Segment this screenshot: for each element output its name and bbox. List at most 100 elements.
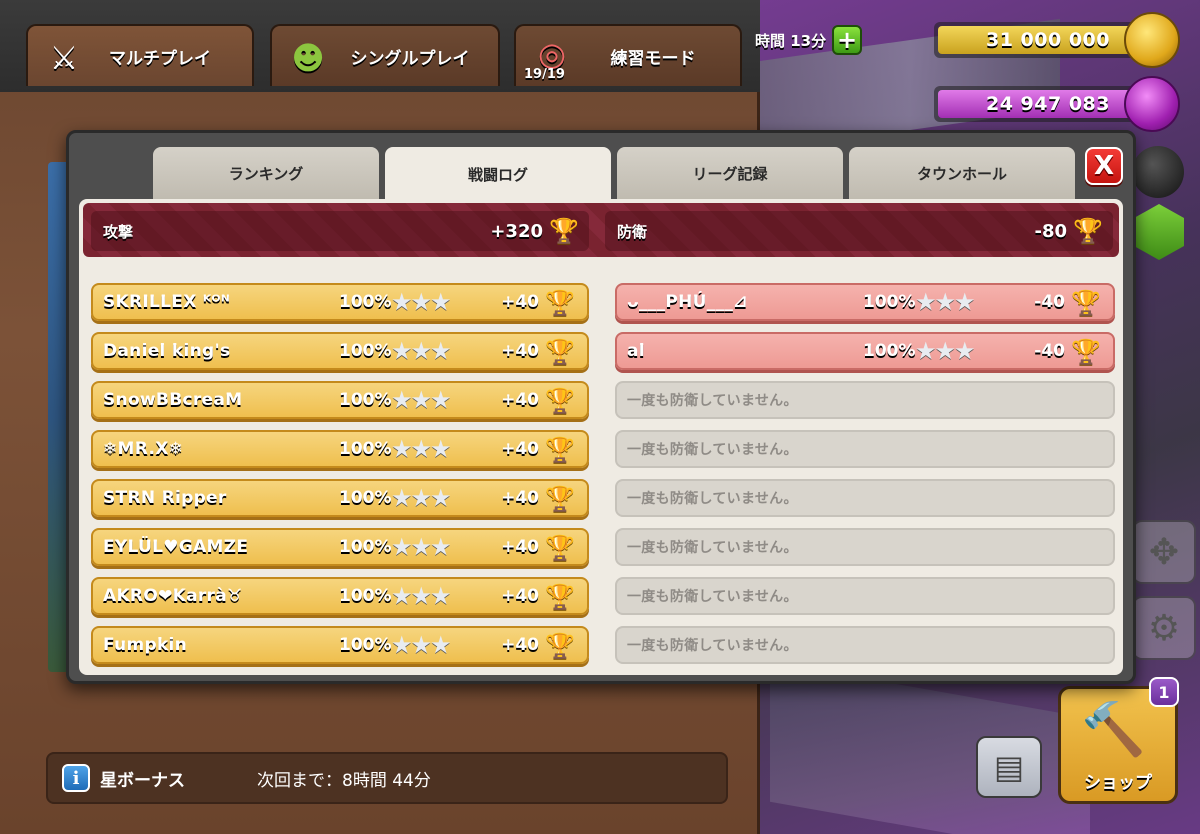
stars-icon: ★★★ xyxy=(391,631,452,659)
tab-singleplayer[interactable]: ☻ シングルプレイ xyxy=(270,24,500,86)
attack-row[interactable]: EYLÜL♥GAMZE 100% ★★★ +40 🏆 xyxy=(91,528,589,566)
trophy-icon: 🏆 xyxy=(1071,338,1101,366)
empty-defense-row: 一度も防衛していません。 xyxy=(615,626,1115,664)
opponent-name: AKRO❤Karrà♉ xyxy=(103,586,243,606)
trophy-change: -40 xyxy=(1034,292,1065,312)
opponent-name: SKRILLEX ᴷᴼᴺ xyxy=(103,292,231,312)
trophy-change: +40 xyxy=(501,488,539,508)
stars-icon: ★★★ xyxy=(391,288,452,316)
tab-battle-log[interactable]: 戦闘ログ xyxy=(385,147,611,201)
attack-row[interactable]: Fumpkin 100% ★★★ +40 🏆 xyxy=(91,626,589,664)
notes-icon[interactable]: ▤ xyxy=(976,736,1042,798)
stars-icon: ★★★ xyxy=(391,386,452,414)
elixir-amount: 24 947 083 xyxy=(986,93,1110,115)
trophy-change: +40 xyxy=(501,635,539,655)
tab-multiplayer[interactable]: ⚔ マルチプレイ xyxy=(26,24,254,86)
add-shield-button[interactable]: + xyxy=(832,25,863,55)
opponent-name: Daniel king's xyxy=(103,341,231,361)
stars-icon: ★★★ xyxy=(915,337,976,365)
trophy-icon: 🏆 xyxy=(545,289,575,317)
opponent-name: SnowBBcreaM xyxy=(103,390,243,410)
gold-counter: 31 000 000 xyxy=(934,12,1180,68)
elixir-drop-icon xyxy=(1124,76,1180,132)
destruction-percent: 100% xyxy=(339,635,392,655)
move-buildings-icon[interactable]: ✥ xyxy=(1132,520,1196,584)
stars-icon: ★★★ xyxy=(915,288,976,316)
destruction-percent: 100% xyxy=(339,537,392,557)
stars-icon: ★★★ xyxy=(391,582,452,610)
trophy-icon: 🏆 xyxy=(545,387,575,415)
empty-defense-row: 一度も防衛していません。 xyxy=(615,430,1115,468)
empty-defense-text: 一度も防衛していません。 xyxy=(627,393,798,409)
trophy-change: -40 xyxy=(1034,341,1065,361)
battle-log-dialog: ランキング 戦闘ログ リーグ記録 タウンホール X 攻撃 +320 🏆 防衛 -… xyxy=(66,130,1136,684)
gold-amount: 31 000 000 xyxy=(986,29,1110,51)
practice-count: 19/19 xyxy=(524,67,565,82)
attack-row[interactable]: STRN Ripper 100% ★★★ +40 🏆 xyxy=(91,479,589,517)
opponent-name: EYLÜL♥GAMZE xyxy=(103,537,249,557)
empty-defense-text: 一度も防衛していません。 xyxy=(627,638,798,654)
stars-icon: ★★★ xyxy=(391,435,452,463)
close-button[interactable]: X xyxy=(1085,147,1123,185)
attacker-name: ᴗ___PHÚ___⊿ xyxy=(627,292,748,312)
trophy-change: +40 xyxy=(501,390,539,410)
defense-row[interactable]: ᴗ___PHÚ___⊿ 100% ★★★ -40 🏆 xyxy=(615,283,1115,321)
shop-label: ショップ xyxy=(1084,773,1152,793)
trophy-icon: 🏆 xyxy=(545,485,575,513)
trophy-icon: 🏆 xyxy=(545,436,575,464)
empty-defense-row: 一度も防衛していません。 xyxy=(615,479,1115,517)
empty-defense-row: 一度も防衛していません。 xyxy=(615,577,1115,615)
opponent-name: ❄MR.X❄ xyxy=(103,439,184,459)
attack-row[interactable]: SnowBBcreaM 100% ★★★ +40 🏆 xyxy=(91,381,589,419)
shield-timer-label: 時間 13分 xyxy=(755,31,827,50)
opponent-name: Fumpkin xyxy=(103,635,188,655)
star-bonus-bar: i 星ボーナス 次回まで：8時間 44分 xyxy=(46,752,728,804)
gold-coin-icon xyxy=(1124,12,1180,68)
shop-badge: 1 xyxy=(1149,677,1179,707)
attack-row[interactable]: AKRO❤Karrà♉ 100% ★★★ +40 🏆 xyxy=(91,577,589,615)
empty-defense-text: 一度も防衛していません。 xyxy=(627,442,798,458)
tab-singleplayer-label: シングルプレイ xyxy=(350,48,470,69)
tab-league-record[interactable]: リーグ記録 xyxy=(617,147,843,199)
attack-label: 攻撃 xyxy=(103,222,134,241)
settings-gear-icon[interactable]: ⚙ xyxy=(1132,596,1196,660)
tab-practice[interactable]: ◎ 19/19 練習モード xyxy=(514,24,742,86)
empty-defense-row: 一度も防衛していません。 xyxy=(615,381,1115,419)
battle-log-body: 攻撃 +320 🏆 防衛 -80 🏆 SKRILLEX ᴷᴼᴺ 100% ★★★… xyxy=(79,199,1123,675)
destruction-percent: 100% xyxy=(339,341,392,361)
goblin-icon: ☻ xyxy=(291,39,325,77)
destruction-percent: 100% xyxy=(863,292,916,312)
empty-defense-text: 一度も防衛していません。 xyxy=(627,589,798,605)
info-icon[interactable]: i xyxy=(62,764,90,792)
attack-total: +320 xyxy=(490,220,543,242)
summary-bar: 攻撃 +320 🏆 防衛 -80 🏆 xyxy=(83,203,1119,257)
shop-button[interactable]: 🔨 1 ショップ xyxy=(1058,677,1179,804)
destruction-percent: 100% xyxy=(339,292,392,312)
empty-defense-row: 一度も防衛していません。 xyxy=(615,528,1115,566)
trophy-icon: 🏆 xyxy=(545,534,575,562)
elixir-counter: 24 947 083 xyxy=(934,76,1180,132)
crossed-swords-icon: ⚔ xyxy=(49,39,79,77)
defense-label: 防衛 xyxy=(617,222,648,241)
empty-defense-text: 一度も防衛していません。 xyxy=(627,540,798,556)
defense-row[interactable]: al 100% ★★★ -40 🏆 xyxy=(615,332,1115,370)
dialog-tabs: ランキング 戦闘ログ リーグ記録 タウンホール xyxy=(153,147,1075,201)
trophy-icon: 🏆 xyxy=(545,632,575,660)
trophy-change: +40 xyxy=(501,537,539,557)
tab-town-hall[interactable]: タウンホール xyxy=(849,147,1075,199)
destruction-percent: 100% xyxy=(339,586,392,606)
attack-summary: 攻撃 +320 🏆 xyxy=(91,211,589,251)
attack-row[interactable]: SKRILLEX ᴷᴼᴺ 100% ★★★ +40 🏆 xyxy=(91,283,589,321)
tab-ranking[interactable]: ランキング xyxy=(153,147,379,199)
attack-row[interactable]: Daniel king's 100% ★★★ +40 🏆 xyxy=(91,332,589,370)
attack-row[interactable]: ❄MR.X❄ 100% ★★★ +40 🏆 xyxy=(91,430,589,468)
attacker-name: al xyxy=(627,341,645,361)
trophy-change: +40 xyxy=(501,586,539,606)
destruction-percent: 100% xyxy=(339,390,392,410)
destruction-percent: 100% xyxy=(339,488,392,508)
tab-multiplayer-label: マルチプレイ xyxy=(109,48,211,69)
hammer-coins-icon: 🔨 xyxy=(1081,700,1146,760)
tab-practice-label: 練習モード xyxy=(610,48,696,69)
trophy-icon: 🏆 xyxy=(1071,289,1101,317)
dark-elixir-icon xyxy=(1132,146,1184,198)
